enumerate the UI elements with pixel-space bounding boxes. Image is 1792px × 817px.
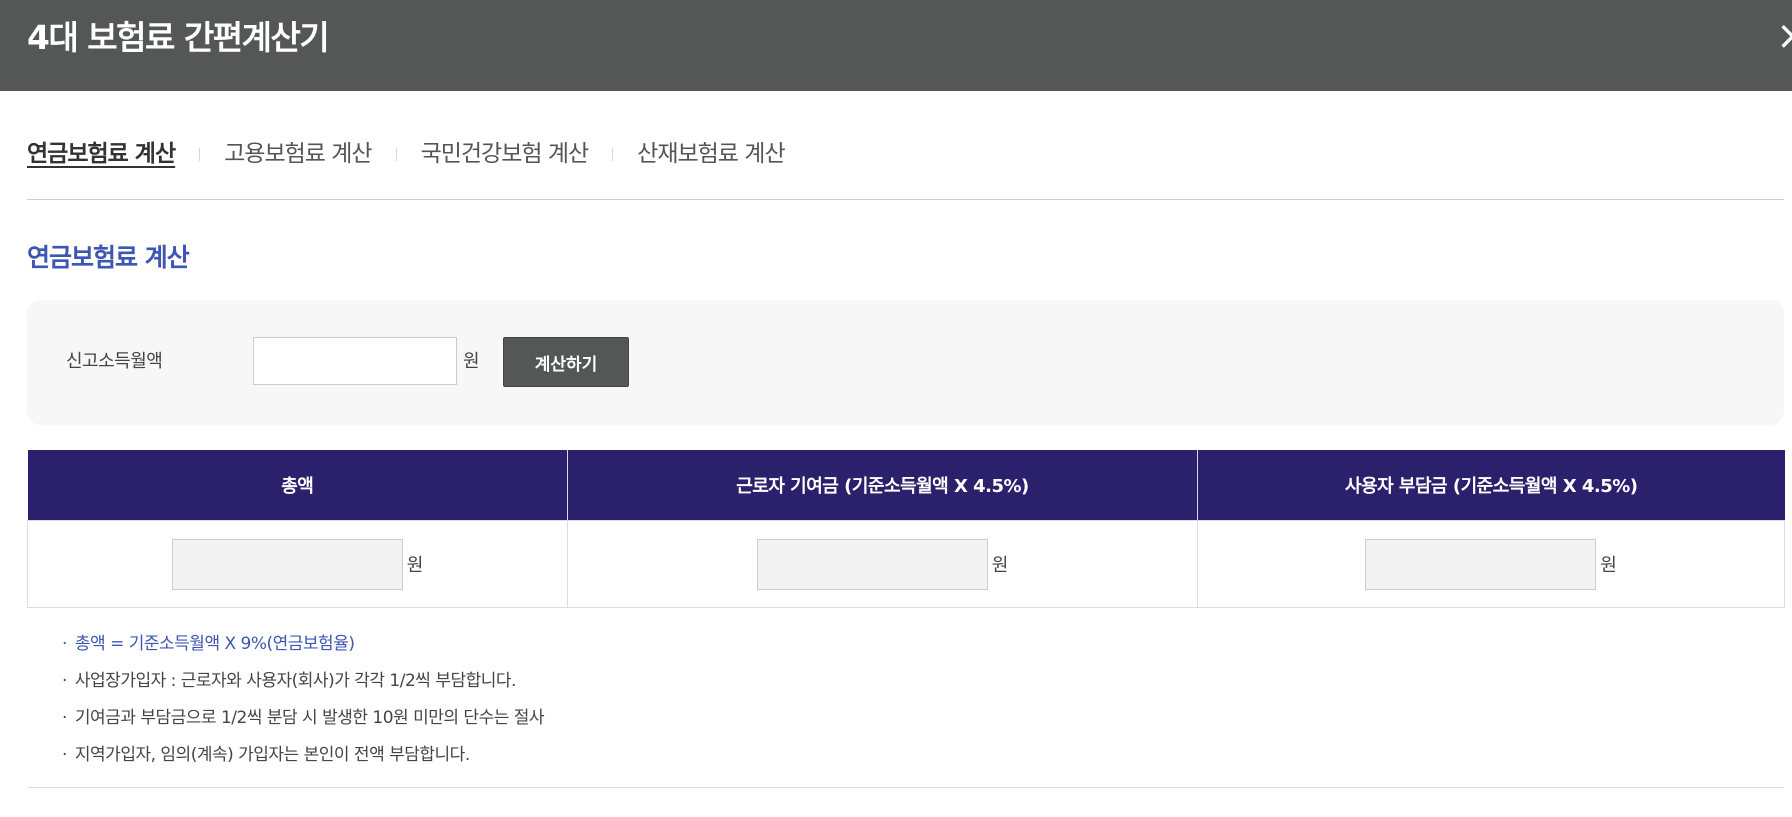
bullet-icon: ·	[62, 671, 67, 691]
employer-unit: 원	[1600, 555, 1617, 576]
tabs-divider	[27, 199, 1784, 200]
employee-cell: 원	[567, 520, 1198, 608]
bullet-icon: ·	[62, 708, 67, 728]
tab-separator	[199, 147, 201, 161]
section-title: 연금보험료 계산	[27, 243, 190, 272]
employee-unit: 원	[991, 555, 1009, 576]
table-header-row: 총액 근로자 기여금 (기준소득월액 X 4.5%) 사용자 부담금 (기준소득…	[27, 450, 1785, 521]
notes-list: · 총액 = 기준소득월액 X 9%(연금보험율) · 사업장가입자 : 근로자와 …	[62, 626, 545, 774]
bottom-divider	[27, 787, 1784, 788]
total-unit: 원	[406, 555, 424, 576]
table-row: 원 원 원	[27, 520, 1785, 608]
tab-health[interactable]: 국민건강보험 계산	[421, 139, 590, 169]
result-table: 총액 근로자 기여금 (기준소득월액 X 4.5%) 사용자 부담금 (기준소득…	[27, 450, 1785, 608]
tab-employment[interactable]: 고용보험료 계산	[224, 139, 372, 169]
income-input-panel: 신고소득월액 원 계산하기	[27, 300, 1784, 425]
income-label: 신고소득월액	[66, 351, 163, 372]
tab-separator	[395, 147, 397, 161]
calculate-button[interactable]: 계산하기	[503, 337, 629, 387]
income-input[interactable]	[253, 337, 457, 385]
list-item: · 기여금과 부담금으로 1/2씩 분담 시 발생한 10원 미만의 단수는 절사	[62, 700, 545, 737]
employer-cell: 원	[1197, 520, 1785, 608]
list-item: · 사업장가입자 : 근로자와 사용자(회사)가 각각 1/2씩 부담합니다.	[62, 663, 544, 700]
header-employer-contribution: 사용자 부담금 (기준소득월액 X 4.5%)	[1197, 450, 1785, 521]
note-text: 총액 = 기준소득월액 X 9%(연금보험율)	[74, 634, 355, 654]
note-text: 사업장가입자 : 근로자와 사용자(회사)가 각각 1/2씩 부담합니다.	[74, 671, 517, 691]
note-text: 기여금과 부담금으로 1/2씩 분담 시 발생한 10원 미만의 단수는 절사	[74, 708, 545, 728]
list-item: · 총액 = 기준소득월액 X 9%(연금보험율)	[62, 626, 544, 663]
tab-industrial-accident[interactable]: 산재보험료 계산	[637, 139, 785, 169]
total-output[interactable]	[171, 538, 403, 590]
calculator-tabs: 연금보험료 계산 고용보험료 계산 국민건강보험 계산 산재보험료 계산	[27, 137, 786, 171]
close-icon[interactable]: ×	[1776, 14, 1792, 58]
employer-output[interactable]	[1365, 538, 1597, 590]
page-title: 4대 보험료 간편계산기	[27, 18, 330, 57]
header-total: 총액	[27, 450, 568, 521]
modal-header: 4대 보험료 간편계산기 ×	[0, 0, 1792, 91]
tab-separator	[612, 147, 614, 161]
list-item: · 지역가입자, 임의(계속) 가입자는 본인이 전액 부담합니다.	[62, 737, 544, 774]
employee-output[interactable]	[756, 538, 988, 590]
header-employee-contribution: 근로자 기여금 (기준소득월액 X 4.5%)	[567, 450, 1198, 521]
note-text: 지역가입자, 임의(계속) 가입자는 본인이 전액 부담합니다.	[74, 745, 470, 765]
bullet-icon: ·	[62, 745, 67, 765]
income-unit: 원	[463, 351, 480, 372]
bullet-icon: ·	[62, 634, 67, 654]
total-cell: 원	[27, 520, 568, 608]
tab-pension[interactable]: 연금보험료 계산	[27, 139, 176, 169]
